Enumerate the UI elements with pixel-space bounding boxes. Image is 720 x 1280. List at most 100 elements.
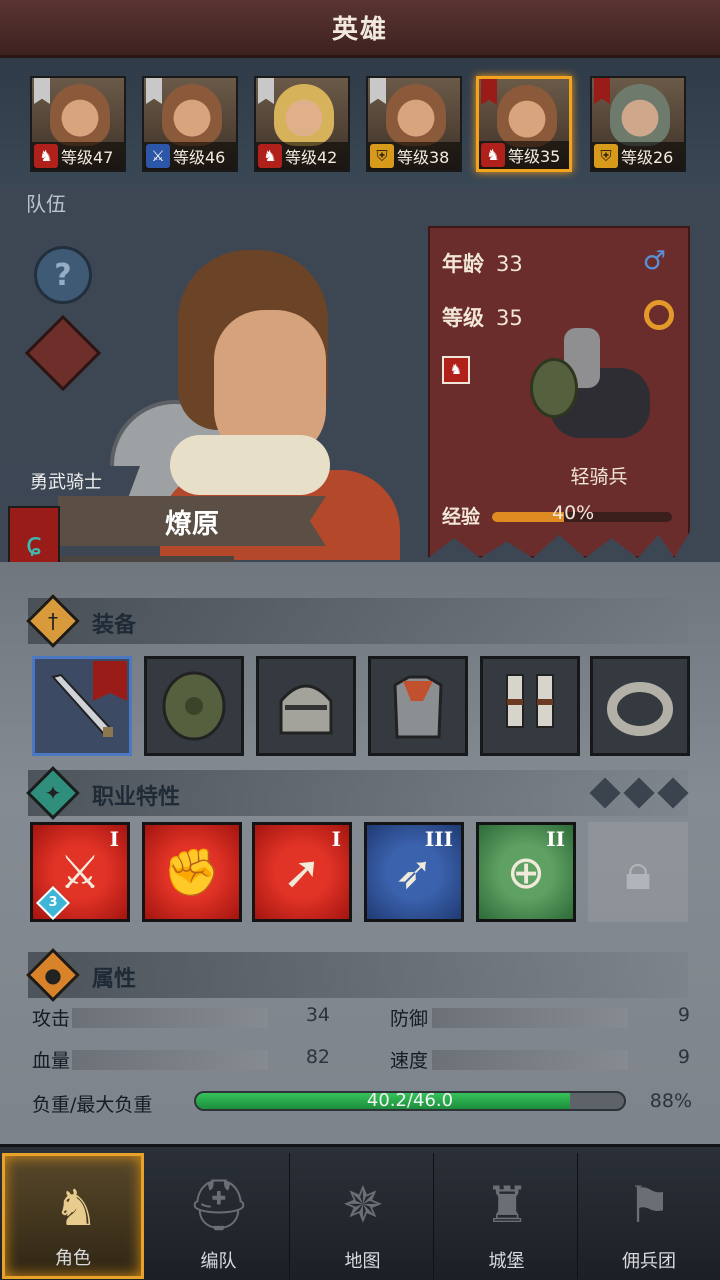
chainmail-armor-icon xyxy=(393,675,443,739)
age-row: 年龄 33 xyxy=(442,248,523,278)
flag-tag-icon xyxy=(370,78,386,104)
equip-slot-ring[interactable] xyxy=(590,656,690,756)
trait-swift-wing[interactable]: ➶ III xyxy=(364,822,464,922)
equip-slot-weapon[interactable] xyxy=(32,656,132,756)
helmet-icon xyxy=(279,684,333,735)
load-percent: 88% xyxy=(649,1090,692,1112)
person-icon: ● xyxy=(26,948,80,1002)
nav-label: 地图 xyxy=(344,1251,381,1272)
cavalry-class-icon: ♞ xyxy=(34,144,58,168)
exp-percent: 40% xyxy=(552,502,595,524)
help-button[interactable]: ? xyxy=(34,246,92,304)
light-cavalry-figure xyxy=(520,318,660,458)
hero-card[interactable]: ⛨ 等级26 xyxy=(590,76,686,172)
shield-arrow-icon: ➚ xyxy=(282,845,322,899)
equip-slot-armor[interactable] xyxy=(368,656,468,756)
hero-card[interactable]: ♞ 等级42 xyxy=(254,76,350,172)
team-label: 队伍 xyxy=(26,192,66,216)
equip-slot-legs[interactable] xyxy=(480,656,580,756)
hero-level: 等级46 xyxy=(173,148,226,167)
male-gender-icon: ♂ xyxy=(642,246,666,276)
trait-shield-bash[interactable]: ✊ xyxy=(142,822,242,922)
question-icon: ? xyxy=(54,257,72,293)
attack-value: 34 xyxy=(305,1004,330,1026)
hero-card[interactable]: ♞ 等级47 xyxy=(30,76,126,172)
age-label: 年龄 xyxy=(442,252,484,276)
hero-card[interactable]: ⚔ 等级46 xyxy=(142,76,238,172)
hero-collar-graphic xyxy=(170,435,330,495)
nav-formation[interactable]: ⛑ 编队 xyxy=(148,1153,290,1279)
hero-stats-banner: 年龄 33 ♂ 等级 35 ♞ 轻骑兵 经验 40% xyxy=(428,226,690,558)
trait-slots-indicator xyxy=(589,777,689,809)
level-bar: ⛨ 等级38 xyxy=(368,142,460,170)
hero-level: 等级42 xyxy=(285,148,338,167)
trait-target[interactable]: ⊕ II xyxy=(476,822,576,922)
mercenary-banner-icon: ⚑ xyxy=(626,1176,672,1234)
armor-button[interactable] xyxy=(24,314,102,392)
level-bar: ⚔ 等级46 xyxy=(144,142,236,170)
age-value: 33 xyxy=(496,252,523,276)
hp-value: 82 xyxy=(305,1046,330,1068)
flag-tag-icon xyxy=(34,78,50,104)
trait-shield-arrow[interactable]: ➚ I xyxy=(252,822,352,922)
nav-castle[interactable]: ♜ 城堡 xyxy=(436,1153,578,1279)
flag-tag-icon xyxy=(594,78,610,104)
cavalry-shield-graphic xyxy=(530,358,578,418)
helmet-group-icon: ⛑ xyxy=(187,1175,251,1234)
attack-label: 攻击 xyxy=(32,1008,71,1030)
greaves-icon xyxy=(506,674,554,728)
swift-wing-icon: ➶ xyxy=(394,845,434,899)
ring-icon xyxy=(607,682,673,736)
castle-icon: ♜ xyxy=(484,1176,530,1234)
nav-mercenary[interactable]: ⚑ 佣兵团 xyxy=(578,1153,720,1279)
hero-portrait xyxy=(610,84,670,146)
level-value: 35 xyxy=(496,306,523,330)
sword-class-icon: ⚔ xyxy=(146,144,170,168)
nav-character[interactable]: ♞ 角色 xyxy=(2,1153,144,1279)
unit-type-label: 轻骑兵 xyxy=(570,466,628,488)
equipment-header: † 装备 xyxy=(26,594,688,648)
knight-icon: ♞ xyxy=(53,1179,99,1237)
nav-map[interactable]: ✵ 地图 xyxy=(292,1153,434,1279)
flag-tag-icon xyxy=(146,78,162,104)
shield-bash-icon: ✊ xyxy=(163,844,221,899)
load-label: 负重/最大负重 xyxy=(32,1094,153,1116)
hero-portrait xyxy=(50,84,110,146)
hero-card[interactable]: ⛨ 等级38 xyxy=(366,76,462,172)
dagger-icon: † xyxy=(26,594,80,648)
speed-label: 速度 xyxy=(390,1050,429,1072)
hero-level: 等级47 xyxy=(61,148,114,167)
hero-level: 等级35 xyxy=(508,147,561,166)
traits-title: 职业特性 xyxy=(92,785,181,810)
attributes-title: 属性 xyxy=(92,967,137,992)
round-shield-icon xyxy=(162,671,226,741)
flag-tag-icon xyxy=(258,78,274,104)
hero-level: 等级38 xyxy=(397,148,450,167)
load-value: 40.2/46.0 xyxy=(366,1090,454,1111)
nav-label: 编队 xyxy=(200,1251,237,1272)
defense-bar xyxy=(432,1008,628,1028)
cavalry-class-icon: ♞ xyxy=(442,356,470,384)
equip-slot-helmet[interactable] xyxy=(256,656,356,756)
trait-count: 3 xyxy=(48,895,58,910)
cavalry-class-icon: ♞ xyxy=(258,144,282,168)
trait-rank: II xyxy=(546,827,565,851)
page-title: 英雄 xyxy=(331,15,388,45)
shield-class-icon: ⛨ xyxy=(594,144,618,168)
trait-sword-slash[interactable]: ⚔ I 3 xyxy=(30,822,130,922)
hero-name[interactable]: 燎原 xyxy=(58,496,326,546)
trait-locked-slot[interactable]: 🔒︎ xyxy=(588,822,688,922)
hero-portrait xyxy=(162,84,222,146)
shield-class-icon: ⛨ xyxy=(370,144,394,168)
equipment-title: 装备 xyxy=(92,613,137,638)
diamond-icon xyxy=(623,777,655,809)
cavalry-class-icon: ♞ xyxy=(481,143,505,167)
hero-roster: ♞ 等级47 ⚔ 等级46 ♞ 等级42 ⛨ 等级38 ♞ 等级35 ⛨ 等级2… xyxy=(0,58,720,186)
nav-label: 佣兵团 xyxy=(622,1251,676,1272)
diamond-icon xyxy=(589,777,621,809)
hero-portrait xyxy=(274,84,334,146)
flag-tag-icon xyxy=(481,79,497,105)
speed-value: 9 xyxy=(677,1046,690,1068)
hero-card-selected[interactable]: ♞ 等级35 xyxy=(476,76,572,172)
equip-slot-shield[interactable] xyxy=(144,656,244,756)
